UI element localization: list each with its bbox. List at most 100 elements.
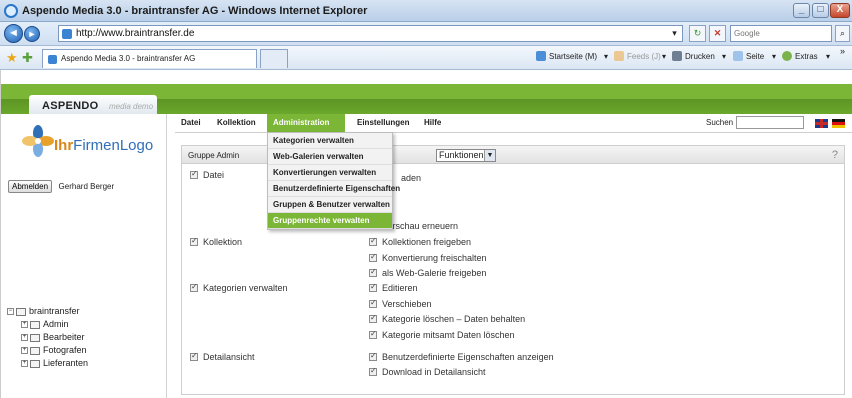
more-commands-icon[interactable]: » xyxy=(840,46,845,56)
new-tab-button[interactable] xyxy=(260,49,288,68)
expand-icon[interactable]: + xyxy=(21,334,28,342)
permission-checkbox[interactable]: Editieren xyxy=(369,282,418,293)
web-page: ASPENDO media demo IhrFirmenLogo Abmelde… xyxy=(0,70,852,398)
group-label: Gruppe Admin xyxy=(188,151,240,160)
group-checkbox-label: Kollektion xyxy=(203,237,243,247)
extras-dropdown-icon[interactable]: ▾ xyxy=(826,52,830,61)
search-input[interactable] xyxy=(731,26,826,40)
startseite-dropdown-icon[interactable]: ▾ xyxy=(604,52,608,61)
url-field[interactable]: http://www.braintransfer.de xyxy=(58,25,683,42)
dropdown-item-kategorien[interactable]: Kategorien verwalten xyxy=(268,133,392,149)
checkbox-icon[interactable] xyxy=(369,366,377,376)
checkbox-icon[interactable] xyxy=(369,236,377,246)
permission-label: Konvertierung freischalten xyxy=(382,253,487,263)
drucken-dropdown-icon[interactable]: ▾ xyxy=(722,52,726,61)
checkbox-icon[interactable] xyxy=(369,313,377,323)
checkbox-icon[interactable] xyxy=(369,267,377,277)
menu-administration[interactable]: Administration xyxy=(267,114,345,133)
permission-checkbox[interactable]: Konvertierung freischalten xyxy=(369,252,487,263)
minimize-button[interactable]: _ xyxy=(793,3,810,18)
seite-button[interactable]: Seite xyxy=(746,52,764,61)
collapse-icon[interactable]: − xyxy=(7,308,14,316)
functions-select[interactable]: Funktionen ▼ xyxy=(436,149,496,162)
group-checkbox-label: Kategorien verwalten xyxy=(203,283,288,293)
checkbox-icon[interactable] xyxy=(190,236,198,246)
feeds-dropdown-icon[interactable]: ▾ xyxy=(662,52,666,61)
group-checkbox-kollektion[interactable]: Kollektion xyxy=(190,236,243,247)
tree-item-label: Admin xyxy=(43,319,69,329)
menu-datei[interactable]: Datei xyxy=(175,114,207,133)
logout-button[interactable]: Abmelden xyxy=(8,180,53,193)
tree-item-label: Fotografen xyxy=(43,345,87,355)
app-search-input[interactable] xyxy=(736,116,804,129)
dropdown-item-web-galerien[interactable]: Web-Galerien verwalten xyxy=(268,149,392,165)
forward-button[interactable]: ► xyxy=(24,26,40,42)
maximize-button[interactable]: □ xyxy=(812,3,829,18)
url-dropdown-icon[interactable]: ▾ xyxy=(668,26,681,41)
tree-root[interactable]: − braintransfer xyxy=(7,306,88,319)
tree-item-bearbeiter[interactable]: + Bearbeiter xyxy=(21,332,88,345)
drucken-button[interactable]: Drucken xyxy=(685,52,715,61)
search-box[interactable] xyxy=(730,25,832,42)
checkbox-icon[interactable] xyxy=(369,252,377,262)
extras-button[interactable]: Extras xyxy=(795,52,818,61)
checkbox-icon[interactable] xyxy=(369,282,377,292)
internet-explorer-icon xyxy=(4,4,18,18)
permission-checkbox[interactable]: Kategorie löschen – Daten behalten xyxy=(369,313,526,324)
user-name: Gerhard Berger xyxy=(58,182,115,191)
permission-checkbox[interactable]: Download in Detailansicht xyxy=(369,366,486,377)
tree-item-lieferanten[interactable]: + Lieferanten xyxy=(21,358,88,371)
refresh-icon[interactable]: ↻ xyxy=(689,25,706,42)
stop-icon[interactable]: ✕ xyxy=(709,25,726,42)
permission-checkbox[interactable]: Kategorie mitsamt Daten löschen xyxy=(369,329,515,340)
checkbox-icon[interactable] xyxy=(369,351,377,361)
permission-label: Kategorie löschen – Daten behalten xyxy=(382,314,526,324)
expand-icon[interactable]: + xyxy=(21,321,28,329)
startseite-button[interactable]: Startseite (M) xyxy=(549,52,597,61)
expand-icon[interactable]: + xyxy=(21,360,28,368)
group-folder-icon xyxy=(30,333,40,342)
aspendo-subtitle: media demo xyxy=(109,102,154,111)
english-flag-icon[interactable] xyxy=(815,119,828,128)
checkbox-icon[interactable] xyxy=(369,329,377,339)
group-folder-icon xyxy=(30,346,40,355)
favorites-star-icon[interactable]: ★ xyxy=(6,50,18,66)
sidebar: IhrFirmenLogo Abmelden Gerhard Berger − b… xyxy=(1,114,167,398)
add-favorite-icon[interactable]: ✚ xyxy=(22,50,33,66)
dropdown-item-eigenschaften[interactable]: Benutzerdefinierte Eigenschaften xyxy=(268,181,400,197)
checkbox-icon[interactable] xyxy=(190,282,198,292)
permission-checkbox[interactable]: Benutzerdefinierte Eigenschaften anzeige… xyxy=(369,351,554,362)
menu-kollektion[interactable]: Kollektion xyxy=(211,114,262,133)
logo-text-part1: Ihr xyxy=(54,137,74,154)
permission-checkbox[interactable]: Verschieben xyxy=(369,298,432,309)
close-window-button[interactable]: X xyxy=(830,3,850,18)
search-go-icon[interactable]: ⌕ xyxy=(835,25,850,42)
german-flag-icon[interactable] xyxy=(832,119,845,128)
seite-dropdown-icon[interactable]: ▾ xyxy=(772,52,776,61)
checkbox-icon[interactable] xyxy=(190,351,198,361)
group-checkbox-kategorien[interactable]: Kategorien verwalten xyxy=(190,282,288,293)
checkbox-icon[interactable] xyxy=(369,298,377,308)
logo-text-part2: FirmenLogo xyxy=(73,137,154,154)
permission-label: Verschieben xyxy=(382,299,432,309)
browser-tab[interactable]: Aspendo Media 3.0 - braintransfer AG xyxy=(42,49,257,68)
back-button[interactable]: ◄ xyxy=(4,24,23,43)
help-icon[interactable]: ? xyxy=(832,149,838,161)
group-checkbox-datei[interactable]: Datei xyxy=(190,169,224,180)
menu-einstellungen[interactable]: Einstellungen xyxy=(351,114,415,133)
group-folder-icon xyxy=(30,359,40,368)
pinwheel-logo-icon xyxy=(22,125,54,157)
permission-checkbox[interactable]: Kollektionen freigeben xyxy=(369,236,471,247)
checkbox-icon[interactable] xyxy=(190,169,198,179)
group-checkbox-detailansicht[interactable]: Detailansicht xyxy=(190,351,255,362)
dropdown-item-konvertierungen[interactable]: Konvertierungen verwalten xyxy=(268,165,392,181)
dropdown-item-gruppen-benutzer[interactable]: Gruppen & Benutzer verwalten xyxy=(268,197,392,213)
menu-hilfe[interactable]: Hilfe xyxy=(418,114,447,133)
feeds-button[interactable]: Feeds (J) xyxy=(627,52,661,61)
permission-checkbox[interactable]: als Web-Galerie freigeben xyxy=(369,267,486,278)
tree-item-fotografen[interactable]: + Fotografen xyxy=(21,345,88,358)
tree-item-admin[interactable]: + Admin xyxy=(21,319,88,332)
expand-icon[interactable]: + xyxy=(21,347,28,355)
dropdown-item-gruppenrechte[interactable]: Gruppenrechte verwalten xyxy=(268,213,392,229)
aspendo-brand-tab: ASPENDO media demo xyxy=(29,95,157,115)
